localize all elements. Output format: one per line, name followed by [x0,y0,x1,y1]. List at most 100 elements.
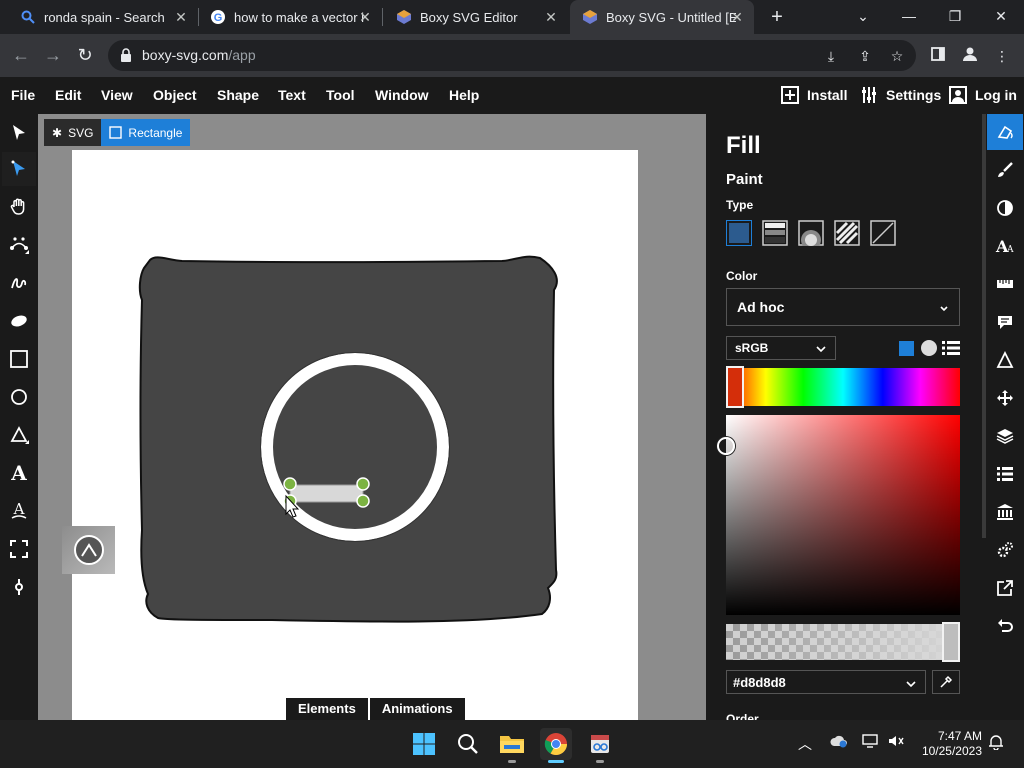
stroke-panel-button[interactable] [987,152,1023,188]
url-input[interactable]: boxy-svg.com/app ⤓ ⇪ ☆ [108,40,916,71]
menu-object[interactable]: Object [153,87,197,103]
canvas-area[interactable]: ✱ SVG Rectangle Elements Animations [38,114,706,720]
swatch-list-icon[interactable] [942,340,960,356]
browser-tab-4-active[interactable]: Boxy SVG - Untitled [Ed ✕ [570,0,754,34]
library-panel-button[interactable] [987,494,1023,530]
alpha-slider-handle[interactable] [942,622,960,662]
breadcrumb-svg[interactable]: ✱ SVG [44,119,102,146]
paint-type-solid-button[interactable] [726,220,752,246]
fill-panel-button[interactable] [987,114,1023,150]
menu-shape[interactable]: Shape [217,87,259,103]
elements-tab[interactable]: Elements [286,698,368,720]
menu-help[interactable]: Help [449,87,479,103]
file-explorer-button[interactable] [496,728,528,760]
color-wheel-mode-icon[interactable] [921,340,937,356]
menu-view[interactable]: View [101,87,133,103]
history-panel-button[interactable] [987,608,1023,644]
triangle-tool-button[interactable] [2,418,36,452]
pan-tool-button[interactable] [2,190,36,224]
rectangle-tool-button[interactable] [2,342,36,376]
minimize-icon[interactable]: — [898,6,920,26]
menu-window[interactable]: Window [375,87,429,103]
menu-text[interactable]: Text [278,87,306,103]
animations-tab[interactable]: Animations [369,698,465,720]
new-tab-button[interactable]: + [766,6,788,28]
system-clock[interactable]: 7:47 AM 10/25/2023 [914,729,982,759]
blob-brush-tool-button[interactable] [2,304,36,338]
export-panel-button[interactable] [987,570,1023,606]
transform-panel-button[interactable] [987,380,1023,416]
close-icon[interactable]: ✕ [358,10,372,24]
layers-panel-button[interactable] [987,418,1023,454]
paint-type-pattern-button[interactable] [834,220,860,246]
color-mode-select[interactable]: Ad hoc [726,288,960,326]
chrome-taskbar-button[interactable] [540,728,572,760]
browser-menu-icon[interactable]: ⋮ [992,46,1012,66]
reload-icon[interactable]: ↻ [74,44,96,66]
close-icon[interactable]: ✕ [730,10,744,24]
menu-tool[interactable]: Tool [326,87,355,103]
crop-tool-button[interactable] [2,532,36,566]
notifications-bell-icon[interactable] [988,734,1004,753]
bookmark-star-icon[interactable]: ☆ [888,47,906,65]
snipping-tool-button[interactable] [584,728,616,760]
taskbar-search-button[interactable] [452,728,484,760]
browser-tab-3[interactable]: Boxy SVG Editor ✕ [384,0,568,34]
saturation-value-handle[interactable] [717,437,735,455]
comments-panel-button[interactable] [987,304,1023,340]
hue-slider-handle[interactable] [726,366,744,408]
color-square-mode-icon[interactable] [899,341,914,356]
browser-tab-1[interactable]: ronda spain - Search ✕ [8,0,198,34]
paint-type-radial-button[interactable] [798,220,824,250]
hue-slider[interactable] [726,368,960,406]
ellipse-tool-button[interactable] [2,380,36,414]
bezier-tool-button[interactable] [2,228,36,262]
login-button[interactable]: Log in [949,86,1017,104]
hex-color-input[interactable]: #d8d8d8 [726,670,926,694]
elements-panel-button[interactable] [987,456,1023,492]
saturation-value-picker[interactable] [726,415,960,615]
breadcrumb-rectangle[interactable]: Rectangle [101,119,191,146]
geometry-panel-button[interactable] [987,266,1023,302]
back-icon[interactable]: ← [10,44,32,66]
tray-overflow-icon[interactable]: ︿ [798,734,812,754]
selected-rectangle-shape[interactable] [289,484,364,503]
window-close-icon[interactable]: ✕ [990,6,1012,26]
menu-edit[interactable]: Edit [55,87,81,103]
typography-panel-button[interactable]: AA [987,228,1023,264]
forward-icon[interactable]: → [42,44,64,66]
generators-panel-button[interactable] [987,532,1023,568]
artboard[interactable] [72,150,638,720]
start-button[interactable] [408,728,440,760]
side-panel-icon[interactable] [928,46,948,66]
transform-tool-button[interactable] [2,116,36,150]
selection-handle[interactable] [283,477,297,491]
onedrive-icon[interactable] [830,734,848,751]
rounded-square-shape[interactable] [138,255,558,623]
share-icon[interactable]: ⇪ [856,47,874,65]
volume-muted-icon[interactable] [887,734,905,751]
text-tool-button[interactable]: A [2,456,36,490]
tab-search-icon[interactable]: ⌄ [852,6,874,26]
close-icon[interactable]: ✕ [544,10,558,24]
color-space-select[interactable]: sRGB [726,336,836,360]
paint-type-linear-button[interactable] [762,220,788,246]
defs-panel-button[interactable] [987,342,1023,378]
alpha-slider[interactable] [726,624,960,660]
settings-button[interactable]: Settings [860,86,941,104]
menu-file[interactable]: File [11,87,35,103]
floating-image-thumbnail[interactable] [62,526,115,574]
close-icon[interactable]: ✕ [174,10,188,24]
edit-tool-button[interactable] [2,152,36,186]
freehand-tool-button[interactable] [2,266,36,300]
selection-handle[interactable] [356,477,370,491]
display-icon[interactable] [862,734,880,751]
text-path-tool-button[interactable]: A [2,494,36,528]
eyedropper-button[interactable] [932,670,960,694]
gradient-tool-button[interactable] [2,570,36,604]
selection-handle[interactable] [356,494,370,508]
profile-icon[interactable] [960,46,980,66]
restore-icon[interactable]: ❐ [944,6,966,26]
install-button[interactable]: Install [781,86,847,104]
install-app-icon[interactable]: ⤓ [822,47,840,65]
